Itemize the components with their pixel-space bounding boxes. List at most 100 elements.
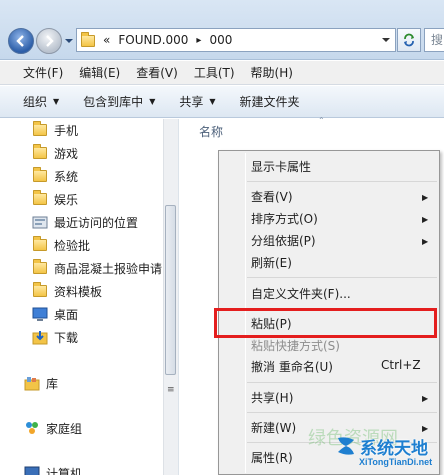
undo-shortcut: Ctrl+Z	[381, 358, 421, 372]
back-arrow-icon	[16, 35, 24, 47]
nav-item-label: 最近访问的位置	[54, 215, 139, 230]
download-icon	[32, 329, 48, 345]
address-bar-area: « FOUND.000 ▸ 000 搜	[0, 0, 444, 60]
nav-item-desktop[interactable]: 桌面	[32, 304, 78, 324]
nav-item-games[interactable]: 游戏	[32, 143, 78, 163]
computer-icon	[24, 465, 40, 475]
nav-item-downloads[interactable]: 下载	[32, 327, 78, 347]
homegroup-icon	[24, 420, 40, 436]
menu-item-properties[interactable]: 属性(R)	[251, 449, 293, 467]
menu-separator	[247, 412, 437, 413]
submenu-arrow-icon: ▶	[422, 193, 429, 202]
forward-button[interactable]	[36, 28, 62, 54]
menu-item-display-properties[interactable]: 显示卡属性	[251, 158, 311, 176]
folder-icon	[32, 190, 48, 207]
nav-item-computer[interactable]: 计算机	[24, 463, 82, 475]
nav-item-label: 娱乐	[54, 192, 79, 207]
breadcrumb-found000[interactable]: FOUND.000	[118, 33, 188, 47]
chevron-down-icon: ▼	[149, 97, 156, 106]
nav-item-library[interactable]: 库	[24, 373, 58, 393]
submenu-arrow-icon: ▶	[422, 215, 429, 224]
menu-item-view[interactable]: 查看(V)	[251, 188, 293, 206]
menu-separator	[247, 277, 437, 278]
nav-item-label: 库	[46, 376, 59, 391]
new-folder-button[interactable]: 新建文件夹	[240, 93, 300, 110]
breadcrumb-000[interactable]: 000	[209, 33, 232, 47]
folder-icon	[32, 167, 48, 184]
menu-separator	[247, 382, 437, 383]
menu-item-customize-folder[interactable]: 自定义文件夹(F)...	[251, 285, 351, 303]
breadcrumb-overflow[interactable]: «	[103, 33, 110, 47]
nav-item-label: 计算机	[46, 466, 83, 475]
pane-divider[interactable]	[178, 119, 179, 475]
search-input[interactable]: 搜	[424, 28, 444, 52]
nav-scroll-thumb[interactable]	[165, 205, 176, 375]
watermark-en: XiTongTianDi.net	[359, 457, 433, 467]
menu-view[interactable]: 查看(V)	[136, 64, 178, 81]
scroll-grip-icon: ≡	[167, 385, 175, 395]
menu-bar: 文件(F) 编辑(E) 查看(V) 工具(T) 帮助(H)	[0, 61, 444, 85]
submenu-arrow-icon: ▶	[422, 394, 429, 403]
nav-item-label: 商品混凝土报验申请	[54, 261, 163, 276]
library-icon	[24, 375, 40, 391]
organize-label: 组织	[23, 95, 48, 109]
recent-places-icon	[32, 214, 48, 230]
desktop-icon	[32, 306, 48, 322]
folder-icon	[32, 236, 48, 253]
nav-item-homegroup[interactable]: 家庭组	[24, 418, 82, 438]
menu-edit[interactable]: 编辑(E)	[79, 64, 120, 81]
nav-item-label: 系统	[54, 169, 79, 184]
watermark-logo-icon	[338, 437, 354, 455]
menu-tools[interactable]: 工具(T)	[194, 64, 235, 81]
nav-item-recent-places[interactable]: 最近访问的位置	[32, 212, 138, 232]
breadcrumb-separator[interactable]: ▸	[196, 35, 201, 46]
folder-icon	[81, 31, 95, 47]
back-button[interactable]	[8, 28, 34, 54]
folder-icon	[32, 144, 48, 161]
address-dropdown-icon[interactable]	[381, 35, 391, 45]
include-label: 包含到库中	[83, 95, 144, 109]
folder-icon	[32, 259, 48, 276]
share-label: 共享	[179, 95, 204, 109]
nav-item-phone[interactable]: 手机	[32, 120, 78, 140]
watermark-cn: 系统天地	[360, 439, 428, 459]
command-bar: 组织 ▼ 包含到库中 ▼ 共享 ▼ 新建文件夹	[0, 86, 444, 118]
menu-help[interactable]: 帮助(H)	[251, 64, 293, 81]
column-header-name[interactable]: 名称	[199, 123, 223, 140]
menu-item-new[interactable]: 新建(W)	[251, 419, 296, 437]
nav-item-inspection-batch[interactable]: 检验批	[32, 235, 90, 255]
include-in-library-button[interactable]: 包含到库中 ▼	[83, 93, 155, 110]
menu-separator	[247, 181, 437, 182]
chevron-down-icon: ▼	[209, 97, 216, 106]
organize-button[interactable]: 组织 ▼	[23, 93, 59, 110]
menu-item-share[interactable]: 共享(H)	[251, 389, 293, 407]
menu-file[interactable]: 文件(F)	[23, 64, 63, 81]
chevron-down-icon: ▼	[53, 97, 60, 106]
share-button[interactable]: 共享 ▼	[179, 93, 215, 110]
address-box[interactable]: « FOUND.000 ▸ 000	[76, 28, 396, 52]
nav-item-label: 检验批	[54, 238, 91, 253]
menu-item-group-by[interactable]: 分组依据(P)	[251, 232, 316, 250]
recent-pages-dropdown-icon[interactable]	[64, 36, 74, 46]
submenu-arrow-icon: ▶	[422, 237, 429, 246]
nav-item-templates[interactable]: 资料模板	[32, 281, 102, 301]
menu-item-undo-rename[interactable]: 撤消 重命名(U)	[251, 358, 333, 376]
menu-item-refresh[interactable]: 刷新(E)	[251, 254, 292, 272]
new-folder-label: 新建文件夹	[239, 95, 300, 109]
nav-item-entertainment[interactable]: 娱乐	[32, 189, 78, 209]
refresh-button[interactable]	[397, 28, 421, 52]
breadcrumb: « FOUND.000 ▸ 000	[103, 33, 232, 47]
menu-item-paste-shortcut: 粘贴快捷方式(S)	[251, 339, 340, 353]
nav-item-concrete-request[interactable]: 商品混凝土报验申请	[32, 258, 162, 278]
paste-highlight-box	[214, 308, 437, 338]
nav-item-label: 手机	[54, 123, 79, 138]
nav-item-label: 下载	[54, 330, 79, 345]
nav-item-label: 家庭组	[46, 421, 83, 436]
nav-item-label: 游戏	[54, 146, 79, 161]
nav-item-label: 资料模板	[54, 284, 103, 299]
submenu-arrow-icon: ▶	[422, 424, 429, 433]
nav-item-label: 桌面	[54, 307, 79, 322]
nav-item-system[interactable]: 系统	[32, 166, 78, 186]
folder-icon	[32, 121, 48, 138]
menu-item-sort-by[interactable]: 排序方式(O)	[251, 210, 318, 228]
